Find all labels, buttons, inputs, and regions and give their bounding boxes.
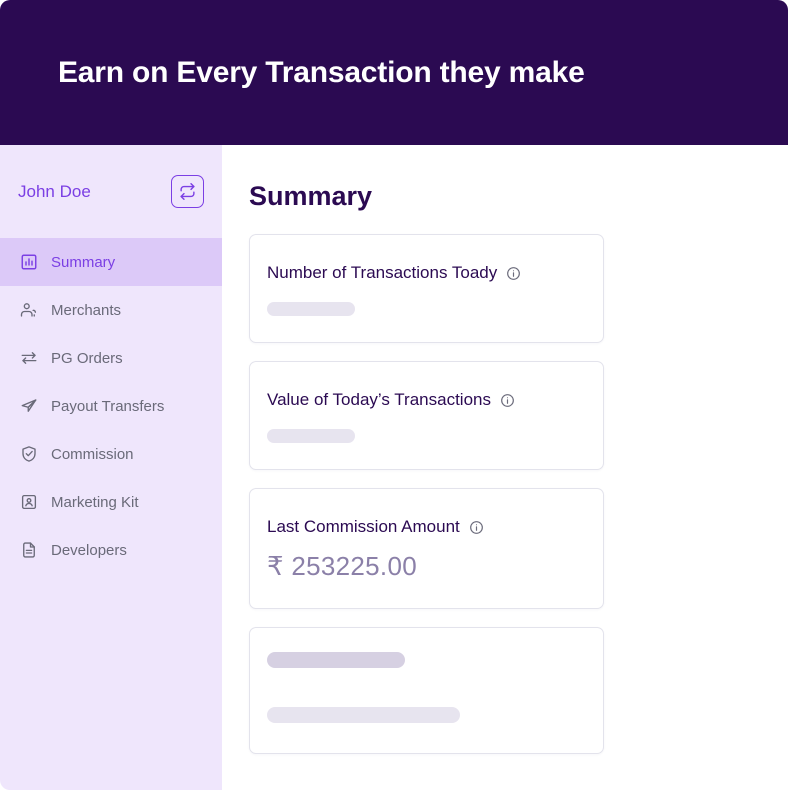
swap-arrows-icon bbox=[19, 349, 38, 368]
document-icon bbox=[19, 541, 38, 560]
card-value-skeleton bbox=[267, 302, 355, 316]
summary-card-value-today: Value of Today’s Transactions bbox=[249, 361, 604, 470]
main-content: Summary Number of Transactions Toady Val… bbox=[222, 145, 788, 790]
sidebar-nav: Summary Merchants PG Orders Payout Trans… bbox=[0, 238, 222, 574]
card-title: Last Commission Amount bbox=[267, 517, 460, 536]
sidebar-item-label: Developers bbox=[51, 541, 127, 559]
card-title: Value of Today’s Transactions bbox=[267, 390, 491, 409]
banner-title: Earn on Every Transaction they make bbox=[58, 55, 585, 89]
card-skeleton-row bbox=[267, 707, 460, 723]
info-icon[interactable] bbox=[469, 520, 484, 535]
sidebar-item-label: Summary bbox=[51, 253, 116, 271]
summary-card-list: Number of Transactions Toady Value of To… bbox=[222, 234, 788, 754]
card-header: Last Commission Amount bbox=[267, 517, 583, 537]
sidebar-item-merchants[interactable]: Merchants bbox=[0, 286, 222, 334]
app-window: Earn on Every Transaction they make John… bbox=[0, 0, 788, 790]
sidebar-item-label: Payout Transfers bbox=[51, 397, 165, 415]
id-card-icon bbox=[19, 493, 38, 512]
sidebar: John Doe Summary Merchants PG Orders Pay… bbox=[0, 145, 222, 790]
user-name: John Doe bbox=[18, 181, 91, 201]
sidebar-item-marketing-kit[interactable]: Marketing Kit bbox=[0, 478, 222, 526]
sidebar-item-label: Commission bbox=[51, 445, 134, 463]
sidebar-item-pg-orders[interactable]: PG Orders bbox=[0, 334, 222, 382]
sidebar-item-commission[interactable]: Commission bbox=[0, 430, 222, 478]
page-banner: Earn on Every Transaction they make bbox=[0, 0, 788, 145]
card-value-skeleton bbox=[267, 429, 355, 443]
shield-check-icon bbox=[19, 445, 38, 464]
sidebar-item-developers[interactable]: Developers bbox=[0, 526, 222, 574]
sidebar-item-label: PG Orders bbox=[51, 349, 123, 367]
summary-card-loading bbox=[249, 627, 604, 754]
bar-chart-icon bbox=[19, 253, 38, 272]
sidebar-header: John Doe bbox=[0, 145, 222, 238]
users-icon bbox=[19, 301, 38, 320]
summary-card-last-commission: Last Commission Amount ₹ 253225.00 bbox=[249, 488, 604, 609]
card-skeleton-row bbox=[267, 652, 405, 668]
sidebar-item-payout-transfers[interactable]: Payout Transfers bbox=[0, 382, 222, 430]
card-title: Number of Transactions Toady bbox=[267, 263, 498, 282]
card-header: Value of Today’s Transactions bbox=[267, 390, 583, 410]
card-header: Number of Transactions Toady bbox=[267, 263, 583, 283]
card-value: ₹ 253225.00 bbox=[267, 551, 417, 581]
sidebar-item-label: Merchants bbox=[51, 301, 122, 319]
send-icon bbox=[19, 397, 38, 416]
summary-card-transactions-today: Number of Transactions Toady bbox=[249, 234, 604, 343]
info-icon[interactable] bbox=[500, 393, 515, 408]
page-title: Summary bbox=[249, 181, 373, 211]
sidebar-item-label: Marketing Kit bbox=[51, 493, 139, 511]
info-icon[interactable] bbox=[506, 266, 521, 281]
sidebar-item-summary[interactable]: Summary bbox=[0, 238, 222, 286]
swap-arrows-icon bbox=[179, 183, 196, 200]
switch-account-button[interactable] bbox=[171, 175, 204, 208]
